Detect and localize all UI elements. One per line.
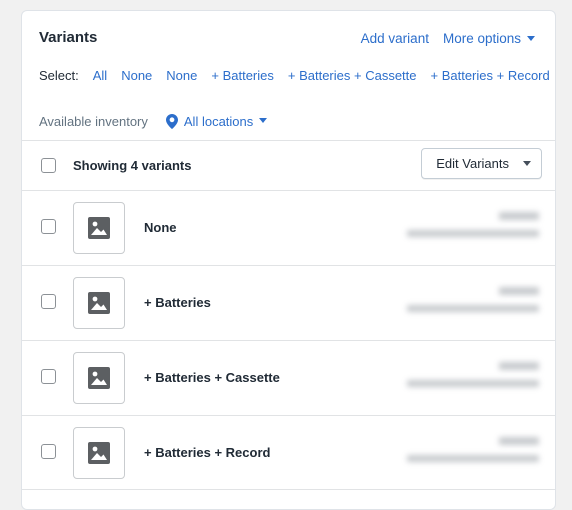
image-placeholder[interactable] bbox=[73, 277, 125, 329]
more-options-dropdown[interactable]: More options bbox=[443, 31, 535, 46]
redacted-details bbox=[401, 285, 541, 325]
select-variant-none-link[interactable]: None bbox=[166, 68, 197, 83]
select-batteries-record-link[interactable]: + Batteries + Record bbox=[431, 68, 550, 83]
image-placeholder[interactable] bbox=[73, 202, 125, 254]
chevron-down-icon bbox=[527, 35, 535, 41]
image-placeholder-icon bbox=[88, 292, 110, 314]
table-row[interactable]: + Batteries bbox=[22, 265, 555, 341]
image-placeholder-icon bbox=[88, 217, 110, 239]
add-variant-link[interactable]: Add variant bbox=[361, 31, 429, 46]
map-pin-icon bbox=[165, 114, 178, 129]
divider bbox=[22, 489, 555, 490]
variants-card: Variants Add variant More options Select… bbox=[21, 10, 556, 510]
image-placeholder-icon bbox=[88, 442, 110, 464]
select-batteries-cassette-link[interactable]: + Batteries + Cassette bbox=[288, 68, 417, 83]
variant-name-link[interactable]: + Batteries + Record bbox=[144, 445, 270, 460]
edit-variants-label: Edit Variants bbox=[436, 156, 509, 171]
bulk-actions-row: Showing 4 variants Edit Variants bbox=[22, 141, 555, 190]
showing-count: Showing 4 variants bbox=[73, 158, 192, 173]
select-all-link[interactable]: All bbox=[93, 68, 107, 83]
select-row: Select: All None None + Batteries + Batt… bbox=[39, 68, 555, 83]
select-batteries-link[interactable]: + Batteries bbox=[211, 68, 274, 83]
row-checkbox[interactable] bbox=[41, 294, 56, 309]
inventory-row: Available inventory All locations bbox=[39, 114, 268, 129]
chevron-down-icon bbox=[259, 118, 268, 123]
table-row[interactable]: None bbox=[22, 190, 555, 266]
image-placeholder[interactable] bbox=[73, 352, 125, 404]
row-checkbox[interactable] bbox=[41, 444, 56, 459]
variant-name-link[interactable]: + Batteries + Cassette bbox=[144, 370, 280, 385]
redacted-details bbox=[401, 210, 541, 250]
select-label: Select: bbox=[39, 68, 79, 83]
table-row[interactable]: + Batteries + Record bbox=[22, 415, 555, 491]
variant-name-link[interactable]: None bbox=[144, 220, 177, 235]
redacted-details bbox=[401, 360, 541, 400]
image-placeholder-icon bbox=[88, 367, 110, 389]
edit-variants-button[interactable]: Edit Variants bbox=[421, 148, 542, 179]
row-checkbox[interactable] bbox=[41, 369, 56, 384]
card-header: Variants Add variant More options bbox=[22, 11, 555, 67]
inventory-label: Available inventory bbox=[39, 114, 148, 129]
redacted-details bbox=[401, 435, 541, 475]
select-all-checkbox[interactable] bbox=[41, 158, 56, 173]
row-checkbox[interactable] bbox=[41, 219, 56, 234]
image-placeholder[interactable] bbox=[73, 427, 125, 479]
table-row[interactable]: + Batteries + Cassette bbox=[22, 340, 555, 416]
header-actions: Add variant More options bbox=[361, 31, 535, 46]
variant-name-link[interactable]: + Batteries bbox=[144, 295, 211, 310]
chevron-down-icon bbox=[523, 161, 531, 166]
more-options-label: More options bbox=[442, 31, 521, 46]
card-title: Variants bbox=[39, 29, 98, 46]
location-dropdown[interactable]: All locations bbox=[165, 114, 268, 129]
select-none-link[interactable]: None bbox=[121, 68, 152, 83]
location-label: All locations bbox=[183, 114, 254, 129]
